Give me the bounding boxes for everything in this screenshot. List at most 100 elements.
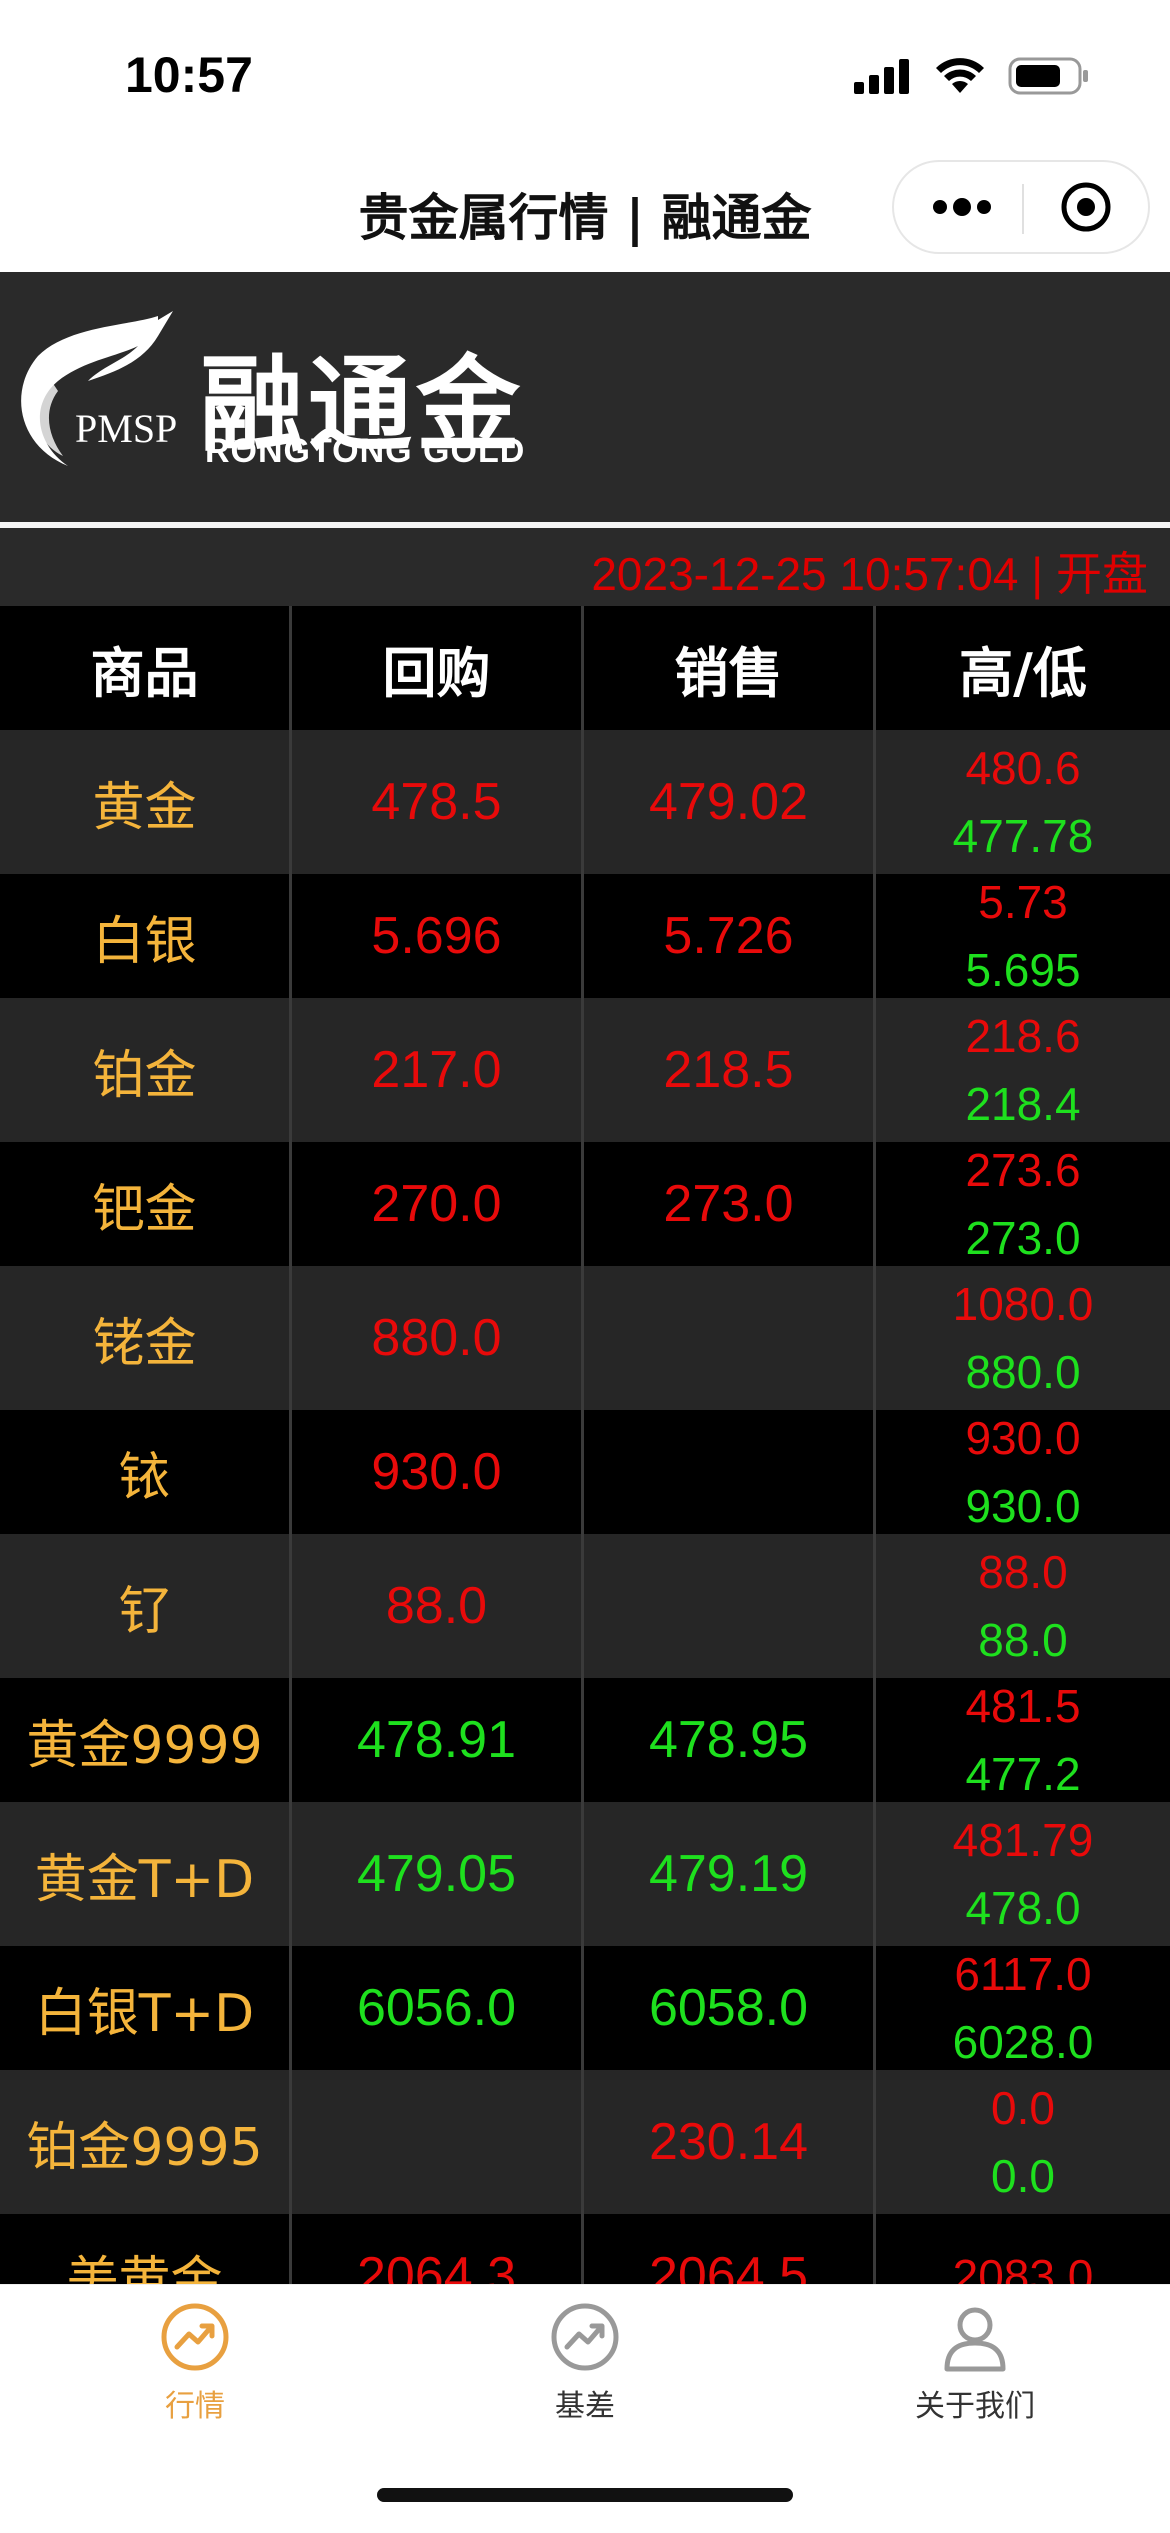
low-price: 218.4	[965, 1078, 1081, 1130]
header-buyback: 回购	[292, 606, 584, 730]
sell-price	[584, 1266, 876, 1410]
product-name: 黄金	[0, 730, 292, 874]
buyback-price: 6056.0	[292, 1946, 584, 2070]
table-row: 铱 930.0 930.0 930.0	[0, 1410, 1170, 1534]
buyback-price: 880.0	[292, 1266, 584, 1410]
low-price: 477.78	[952, 810, 1094, 862]
sell-price: 273.0	[584, 1142, 876, 1266]
table-row: 铂金9995 230.14 0.0 0.0	[0, 2070, 1170, 2214]
product-name: 黄金9999	[0, 1678, 292, 1802]
sell-price: 6058.0	[584, 1946, 876, 2070]
high-low-cell: 88.0 88.0	[876, 1534, 1170, 1678]
high-price: 6117.0	[954, 1948, 1092, 2000]
mini-program-capsule	[892, 160, 1150, 254]
low-price: 273.0	[965, 1212, 1081, 1264]
low-price: 6028.0	[952, 2016, 1094, 2068]
high-price: 481.79	[952, 1814, 1094, 1866]
high-low-cell: 930.0 930.0	[876, 1410, 1170, 1534]
product-name: 铂金9995	[0, 2070, 292, 2214]
header-sell: 销售	[584, 606, 876, 730]
product-name: 铂金	[0, 998, 292, 1142]
table-row: 黄金T+D 479.05 479.19 481.79 478.0	[0, 1802, 1170, 1946]
low-price: 88.0	[978, 1614, 1068, 1666]
more-dots-icon	[933, 198, 991, 216]
high-price: 480.6	[965, 742, 1081, 794]
tab-basis-label: 基差	[555, 2389, 615, 2424]
high-price: 1080.0	[952, 1278, 1094, 1330]
sell-price: 479.02	[584, 730, 876, 874]
buyback-price: 479.05	[292, 1802, 584, 1946]
high-price: 88.0	[978, 1546, 1068, 1598]
buyback-price: 217.0	[292, 998, 584, 1142]
sell-price: 5.726	[584, 874, 876, 998]
tab-quotes[interactable]: 行情	[45, 2301, 345, 2425]
status-icons	[852, 56, 1090, 96]
header-high-low: 高/低	[959, 641, 1087, 705]
sell-price: 478.95	[584, 1678, 876, 1802]
table-header: 商品 回购 销售 高/低	[0, 606, 1170, 730]
high-low-cell: 0.0 0.0	[876, 2070, 1170, 2214]
low-price: 0.0	[991, 2150, 1055, 2202]
high-low-cell: 5.73 5.695	[876, 874, 1170, 998]
high-low-cell: 6117.0 6028.0	[876, 1946, 1170, 2070]
low-price: 880.0	[965, 1346, 1081, 1398]
sell-price: 218.5	[584, 998, 876, 1142]
high-low-cell: 273.6 273.0	[876, 1142, 1170, 1266]
product-name: 铱	[0, 1410, 292, 1534]
high-price: 218.6	[965, 1010, 1081, 1062]
buyback-price	[292, 2070, 584, 2214]
table-row: 白银 5.696 5.726 5.73 5.695	[0, 874, 1170, 998]
table-row: 铑金 880.0 1080.0 880.0	[0, 1266, 1170, 1410]
tab-about-us[interactable]: 关于我们	[825, 2301, 1125, 2425]
low-price: 478.0	[965, 1882, 1081, 1934]
brand-banner: PMSP 融通金 RONGTONG GOLD	[0, 272, 1170, 528]
high-price: 273.6	[965, 1144, 1081, 1196]
sell-price	[584, 1534, 876, 1678]
tab-about-us-label: 关于我们	[915, 2389, 1035, 2424]
product-name: 黄金T+D	[0, 1802, 292, 1946]
header-product: 商品	[0, 606, 292, 730]
quote-datetime: 2023-12-25 10:57:04 | 开盘	[591, 548, 1148, 600]
table-row: 黄金9999 478.91 478.95 481.5 477.2	[0, 1678, 1170, 1802]
trend-chart-icon	[551, 2303, 619, 2371]
table-row: 黄金 478.5 479.02 480.6 477.78	[0, 730, 1170, 874]
sell-price: 230.14	[584, 2070, 876, 2214]
more-button[interactable]	[932, 162, 992, 252]
buyback-price: 270.0	[292, 1142, 584, 1266]
product-name: 钯金	[0, 1142, 292, 1266]
high-price: 0.0	[991, 2082, 1055, 2134]
table-body: 黄金 478.5 479.02 480.6 477.78 白银 5.696 5.726 5.73…	[0, 730, 1170, 2338]
low-price: 5.695	[965, 944, 1081, 996]
buyback-price: 930.0	[292, 1410, 584, 1534]
quote-datetime-bar: 2023-12-25 10:57:04 | 开盘	[0, 528, 1170, 606]
tab-basis[interactable]: 基差	[435, 2301, 735, 2425]
high-low-cell: 481.5 477.2	[876, 1678, 1170, 1802]
buyback-price: 5.696	[292, 874, 584, 998]
product-name: 白银T+D	[0, 1946, 292, 2070]
product-name: 铑金	[0, 1266, 292, 1410]
high-price: 481.5	[965, 1680, 1081, 1732]
buyback-price: 478.5	[292, 730, 584, 874]
low-price: 477.2	[965, 1748, 1081, 1800]
high-price: 5.73	[978, 876, 1068, 928]
low-price: 930.0	[965, 1480, 1081, 1532]
high-price: 930.0	[965, 1412, 1081, 1464]
sell-price	[584, 1410, 876, 1534]
signal-icon	[854, 59, 909, 94]
status-bar: 10:57	[0, 0, 1170, 150]
high-low-cell: 481.79 478.0	[876, 1802, 1170, 1946]
nav-bar: 贵金属行情 | 融通金	[0, 150, 1170, 272]
trend-chart-icon	[161, 2303, 229, 2371]
status-time: 10:57	[125, 47, 253, 103]
quote-table: 商品 回购 销售 高/低 黄金 478.5 479.02 480.6 477.78 白银 5…	[0, 606, 1170, 2338]
table-row: 钌 88.0 88.0 88.0	[0, 1534, 1170, 1678]
product-name: 钌	[0, 1534, 292, 1678]
table-row: 钯金 270.0 273.0 273.6 273.0	[0, 1142, 1170, 1266]
high-low-cell: 1080.0 880.0	[876, 1266, 1170, 1410]
high-low-cell: 218.6 218.4	[876, 998, 1170, 1142]
home-indicator	[377, 2488, 793, 2502]
close-target-icon[interactable]	[1060, 181, 1112, 233]
capsule-divider	[1022, 184, 1024, 234]
battery-icon	[1008, 57, 1088, 95]
sell-price: 479.19	[584, 1802, 876, 1946]
